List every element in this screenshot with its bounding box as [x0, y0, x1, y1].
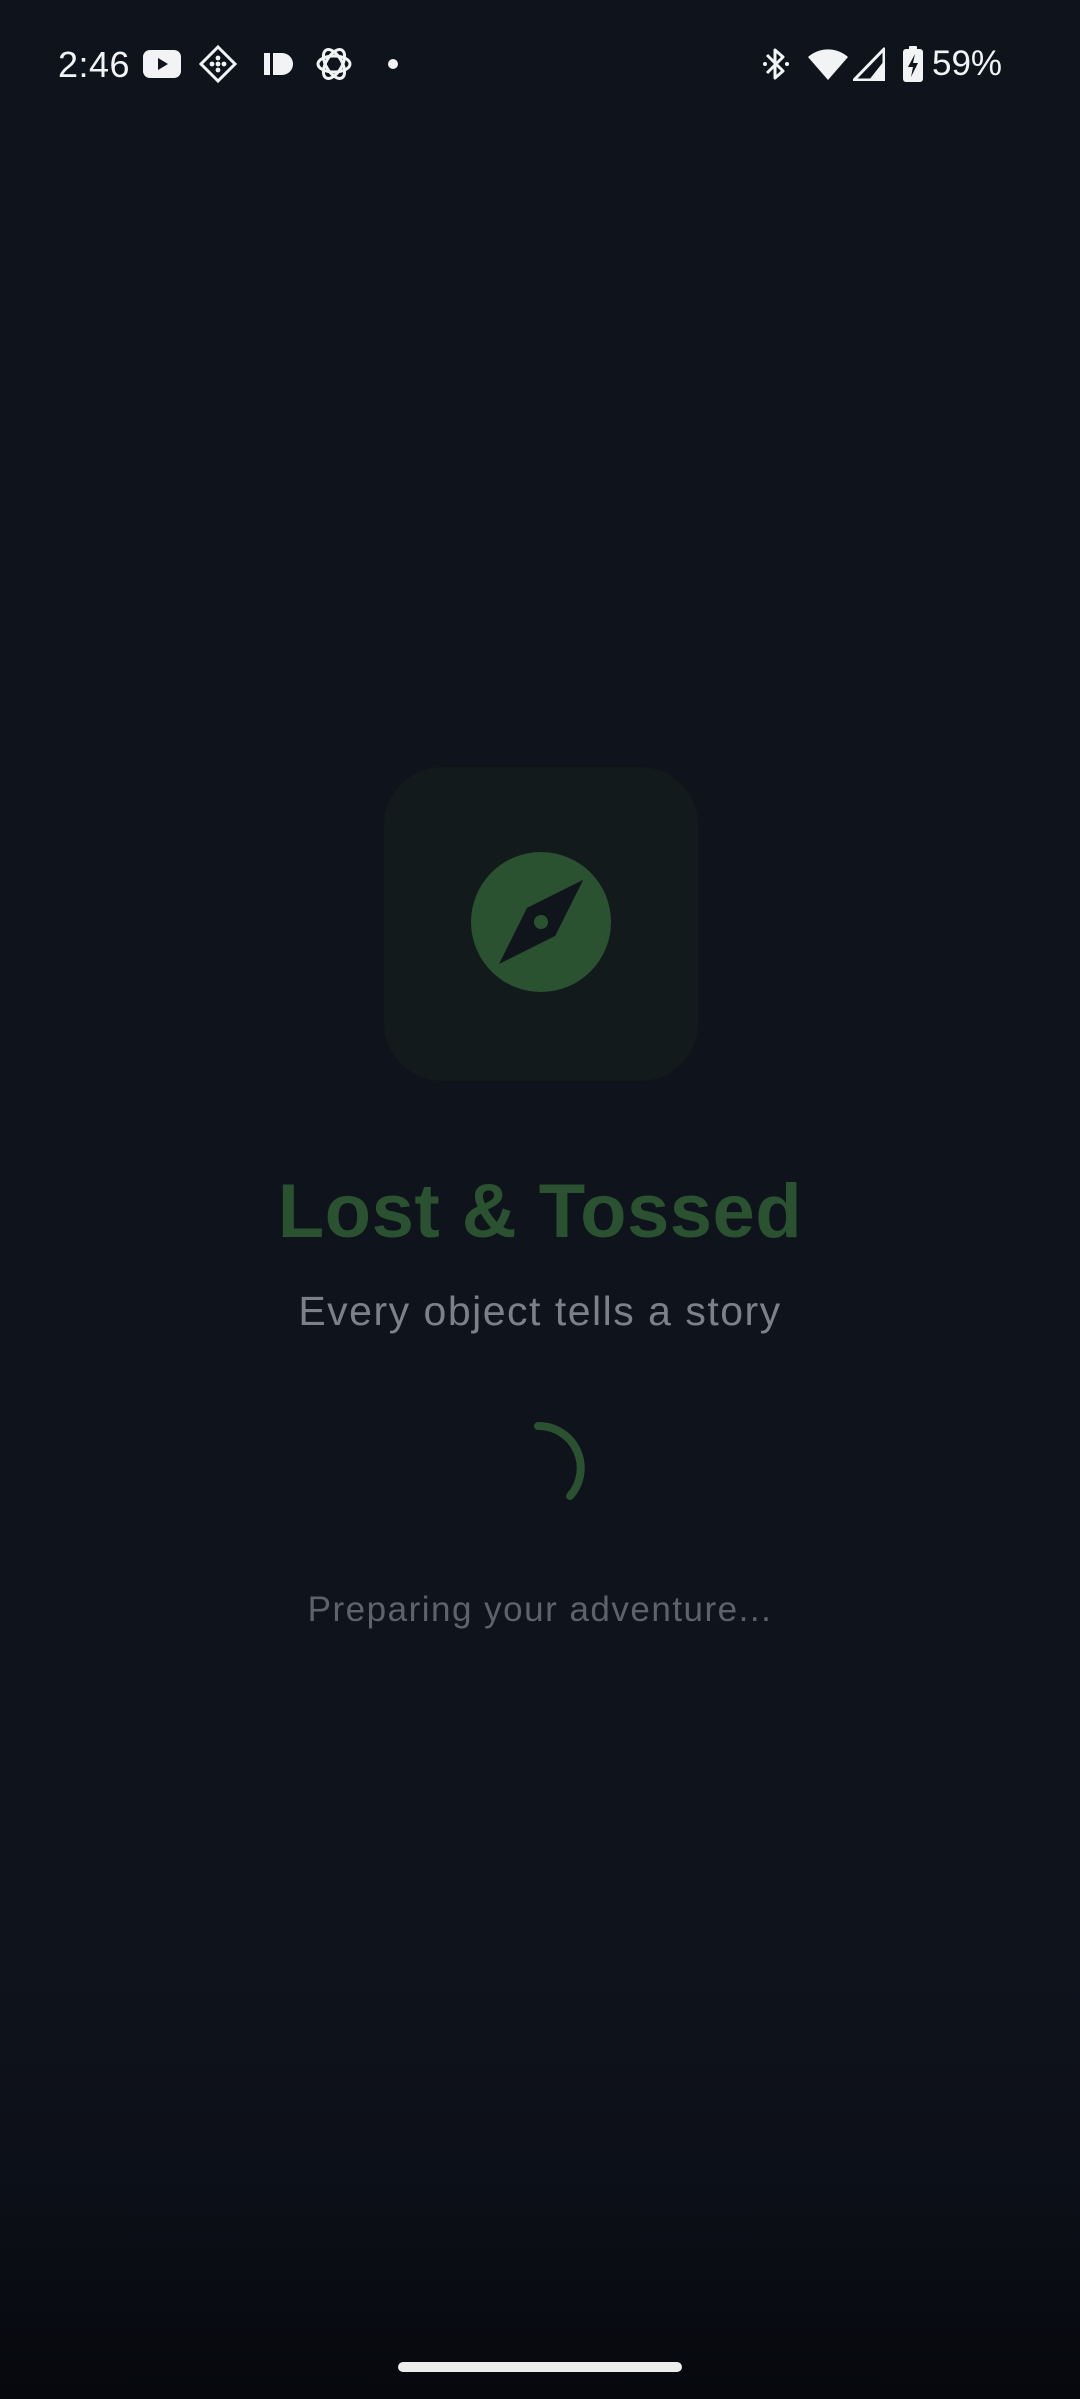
diamond-grid-icon [198, 44, 238, 84]
status-bar: 2:46 59% [0, 0, 1080, 140]
loading-spinner [490, 1420, 590, 1520]
youtube-icon [142, 44, 182, 84]
app-title: Lost & Tossed [277, 1169, 803, 1254]
compass-icon [471, 852, 611, 996]
app-logo-tile [384, 767, 698, 1081]
battery-percent: 59% [932, 44, 1003, 83]
signal-icon [852, 44, 886, 84]
dot-icon [386, 44, 400, 84]
wifi-icon [806, 44, 850, 84]
id-icon [260, 44, 296, 84]
bluetooth-icon [760, 44, 792, 84]
app-tagline: Every object tells a story [298, 1288, 782, 1334]
openai-icon [312, 44, 356, 84]
status-time: 2:46 [58, 44, 131, 85]
splash-screen: 2:46 59% Lost & Tossed Every object tell… [0, 0, 1080, 2399]
loading-message: Preparing your adventure... [307, 1590, 773, 1629]
battery-charging-icon [900, 44, 926, 84]
gesture-navigation-bar[interactable] [398, 2362, 682, 2372]
